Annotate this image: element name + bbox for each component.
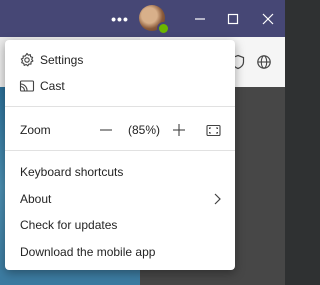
zoom-out-button[interactable] bbox=[99, 117, 115, 143]
zoom-label: Zoom bbox=[20, 123, 51, 137]
zoom-value: (85%) bbox=[128, 123, 161, 137]
menu-item-label: Check for updates bbox=[20, 218, 118, 232]
globe-icon[interactable] bbox=[256, 54, 272, 70]
title-bar: ••• bbox=[0, 0, 285, 37]
chevron-right-icon bbox=[214, 193, 221, 205]
fullscreen-button[interactable] bbox=[206, 117, 222, 143]
menu-item-settings[interactable]: Settings bbox=[5, 47, 235, 73]
fullscreen-icon bbox=[206, 124, 221, 136]
menu-divider bbox=[5, 150, 235, 151]
zoom-row: Zoom (85%) bbox=[5, 117, 235, 143]
menu-item-check-for-updates[interactable]: Check for updates bbox=[5, 212, 235, 238]
gear-icon bbox=[20, 52, 34, 67]
close-button[interactable] bbox=[256, 7, 280, 31]
menu-item-label: About bbox=[20, 192, 52, 206]
menu-item-label: Download the mobile app bbox=[20, 245, 156, 259]
maximize-button[interactable] bbox=[221, 7, 245, 31]
menu-item-keyboard-shortcuts[interactable]: Keyboard shortcuts bbox=[5, 159, 235, 185]
presence-available-icon bbox=[157, 22, 170, 35]
zoom-in-button[interactable] bbox=[172, 117, 188, 143]
more-options-menu: Settings Cast Zoom (85%) Keyboard shortc… bbox=[5, 40, 235, 270]
menu-item-about[interactable]: About bbox=[5, 186, 235, 212]
menu-divider bbox=[5, 106, 235, 107]
menu-item-label: Cast bbox=[40, 79, 65, 93]
more-options-button[interactable]: ••• bbox=[108, 7, 132, 31]
menu-item-label: Keyboard shortcuts bbox=[20, 165, 124, 179]
menu-item-label: Settings bbox=[40, 53, 84, 67]
cast-icon bbox=[19, 80, 35, 92]
menu-item-cast[interactable]: Cast bbox=[5, 73, 235, 99]
menu-item-download-mobile-app[interactable]: Download the mobile app bbox=[5, 239, 235, 265]
minimize-button[interactable] bbox=[188, 7, 212, 31]
